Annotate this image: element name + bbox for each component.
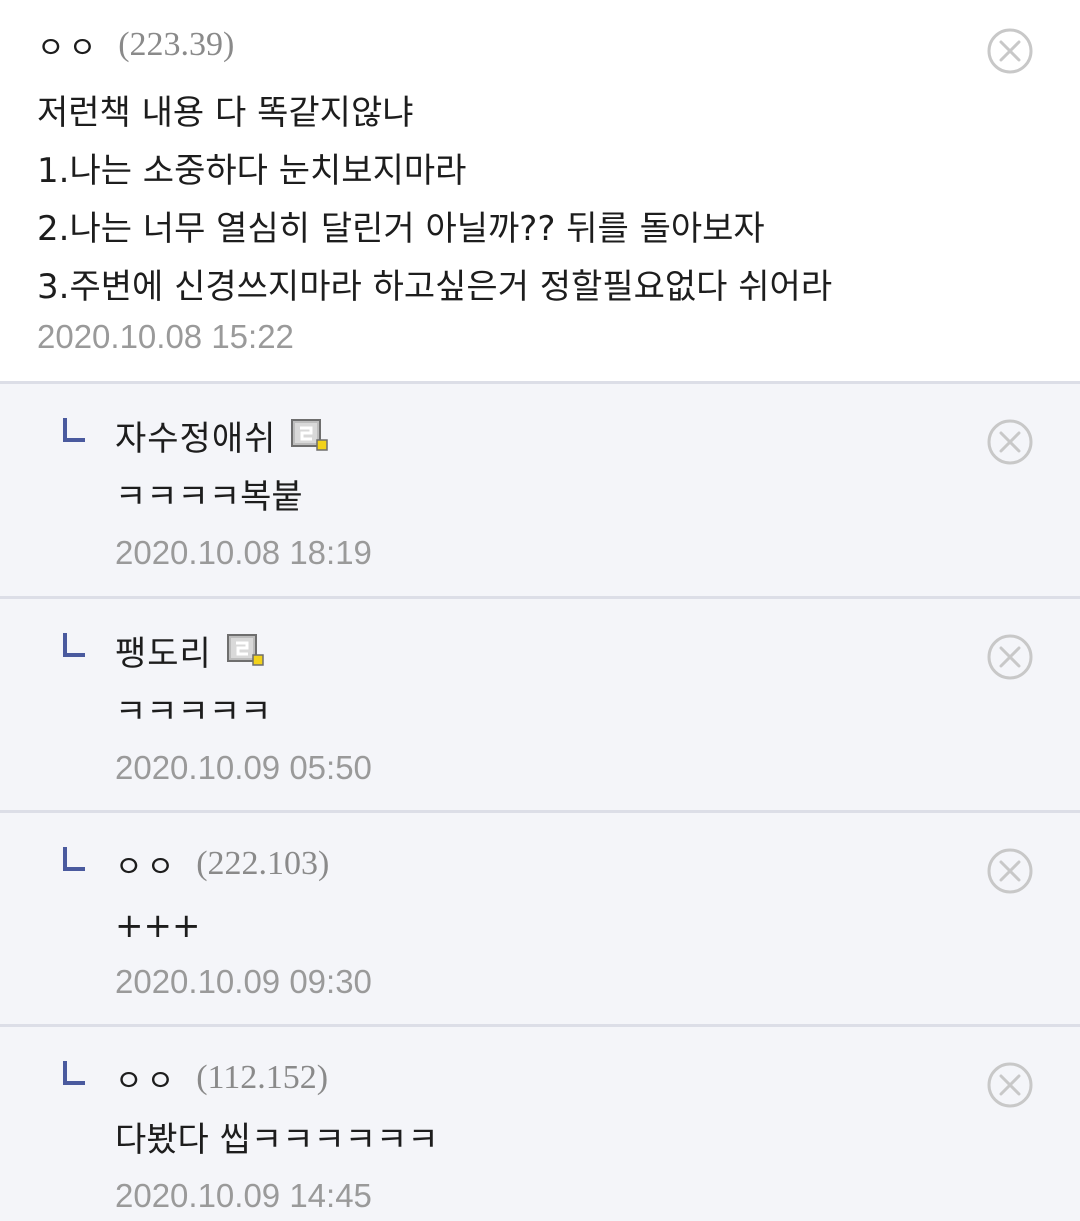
reply-author: ㅇㅇ (112.152) [115, 1055, 328, 1101]
reply-arrow-icon [63, 1061, 85, 1085]
comment: ㅇㅇ (223.39) 저런책 내용 다 똑같지않냐 1.나는 소중하다 눈치보… [0, 0, 1080, 382]
reply-arrow-icon [63, 418, 85, 442]
close-circle-icon [987, 1062, 1033, 1108]
comment-list: ㅇㅇ (223.39) 저런책 내용 다 똑같지않냐 1.나는 소중하다 눈치보… [0, 0, 1080, 1221]
nickname[interactable]: 팽도리 [115, 626, 212, 675]
delete-comment-button[interactable] [986, 27, 1034, 75]
ip-address: (223.39) [118, 26, 235, 63]
delete-reply-button[interactable] [986, 633, 1034, 681]
comment-body: 저런책 내용 다 똑같지않냐 1.나는 소중하다 눈치보지마라 2.나는 너무 … [37, 84, 977, 316]
comment-line: 3.주변에 신경쓰지마라 하고싶은거 정할필요없다 쉬어라 [37, 267, 833, 307]
reply-arrow-icon [63, 633, 85, 657]
ip-address: (222.103) [196, 845, 330, 882]
comment-line: 1.나는 소중하다 눈치보지마라 [37, 151, 467, 191]
close-circle-icon [987, 28, 1033, 74]
delete-reply-button[interactable] [986, 847, 1034, 895]
comment-author: ㅇㅇ (223.39) [37, 22, 234, 68]
reply-comment: ㅇㅇ (222.103) +++ 2020.10.09 09:30 [0, 810, 1080, 1025]
reply-comment: 팽도리 ㅋㅋㅋㅋㅋ 2020.10.09 05:50 [0, 596, 1080, 811]
reply-date: 2020.10.09 14:45 [115, 1177, 372, 1214]
nickname[interactable]: ㅇㅇ [37, 23, 100, 67]
reply-body: ㅋㅋㅋㅋ복붙 [115, 477, 303, 517]
reply-author: 자수정애쉬 [115, 411, 329, 460]
close-circle-icon [987, 848, 1033, 894]
reply-date: 2020.10.09 09:30 [115, 963, 372, 1000]
delete-reply-button[interactable] [986, 1061, 1034, 1109]
ip-address: (112.152) [196, 1059, 329, 1096]
reply-body: +++ [115, 906, 201, 946]
close-circle-icon [987, 634, 1033, 680]
nickname[interactable]: ㅇㅇ [115, 842, 178, 886]
close-circle-icon [987, 419, 1033, 465]
reply-body: ㅋㅋㅋㅋㅋ [115, 692, 272, 732]
nickname[interactable]: 자수정애쉬 [115, 411, 276, 460]
reply-date: 2020.10.09 05:50 [115, 749, 372, 786]
reply-author: ㅇㅇ (222.103) [115, 841, 329, 887]
fixed-nick-icon [226, 634, 264, 666]
reply-body: 다봤다 씹ㅋㅋㅋㅋㅋㅋ [115, 1120, 439, 1160]
nickname[interactable]: ㅇㅇ [115, 1056, 178, 1100]
comment-date: 2020.10.08 15:22 [37, 318, 294, 355]
fixed-nick-icon [291, 419, 329, 451]
comment-line: 2.나는 너무 열심히 달린거 아닐까?? 뒤를 돌아보자 [37, 209, 765, 249]
delete-reply-button[interactable] [986, 418, 1034, 466]
reply-date: 2020.10.08 18:19 [115, 534, 372, 571]
reply-arrow-icon [63, 847, 85, 871]
comment-line: 저런책 내용 다 똑같지않냐 [37, 93, 414, 133]
reply-comment: 자수정애쉬 ㅋㅋㅋㅋ복붙 2020.10.08 18:19 [0, 381, 1080, 597]
reply-author: 팽도리 [115, 626, 264, 675]
reply-comment: ㅇㅇ (112.152) 다봤다 씹ㅋㅋㅋㅋㅋㅋ 2020.10.09 14:4… [0, 1024, 1080, 1221]
